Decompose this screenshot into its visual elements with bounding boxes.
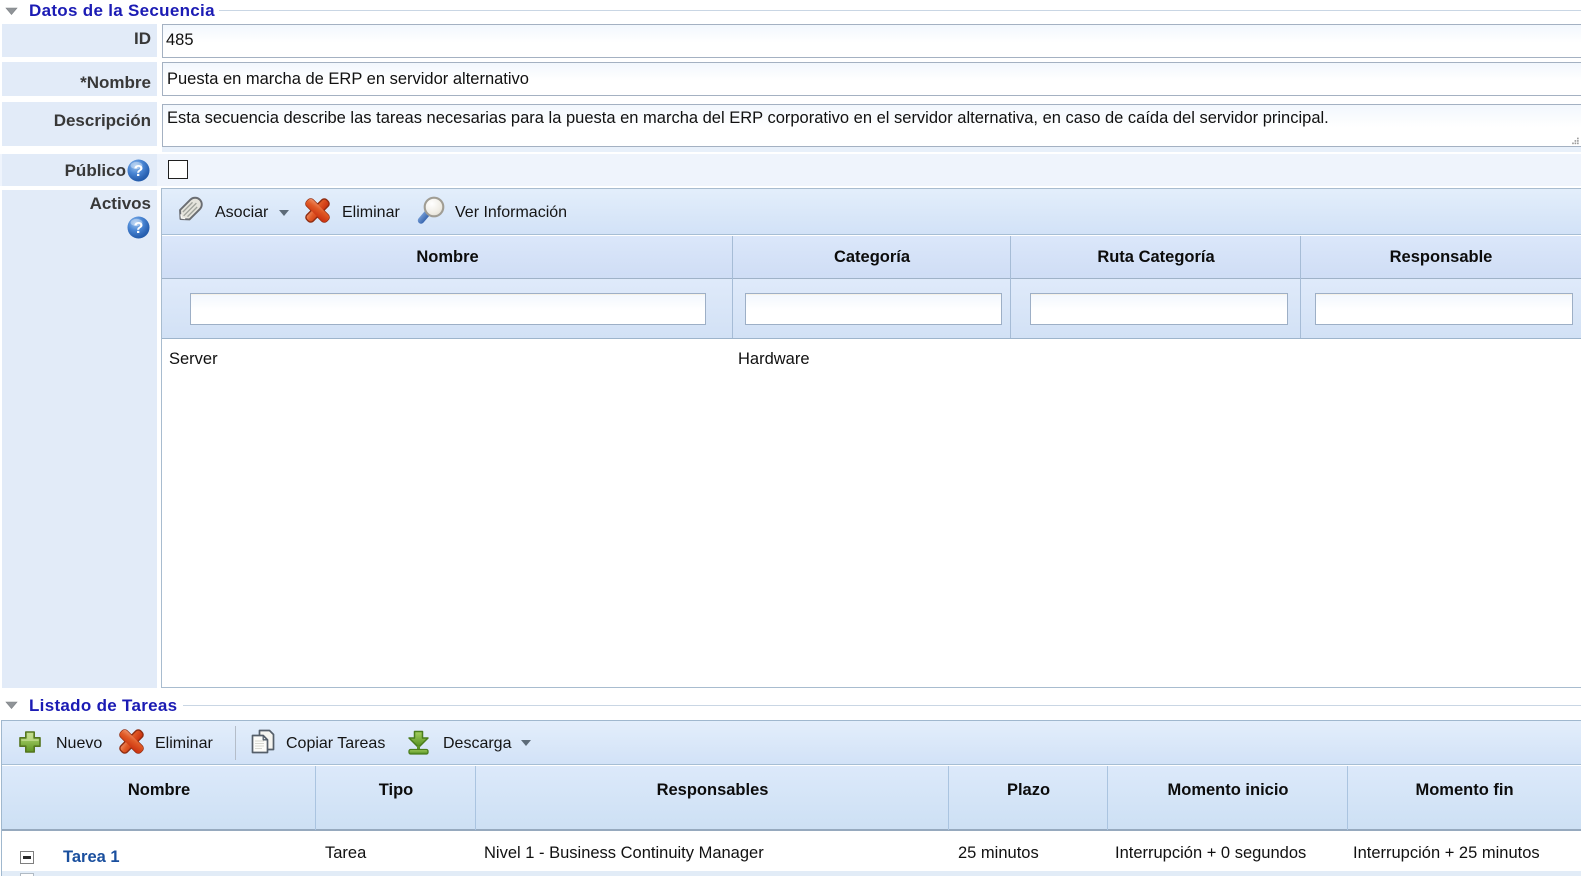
svg-text:?: ? (134, 163, 144, 180)
svg-text:?: ? (134, 220, 144, 237)
